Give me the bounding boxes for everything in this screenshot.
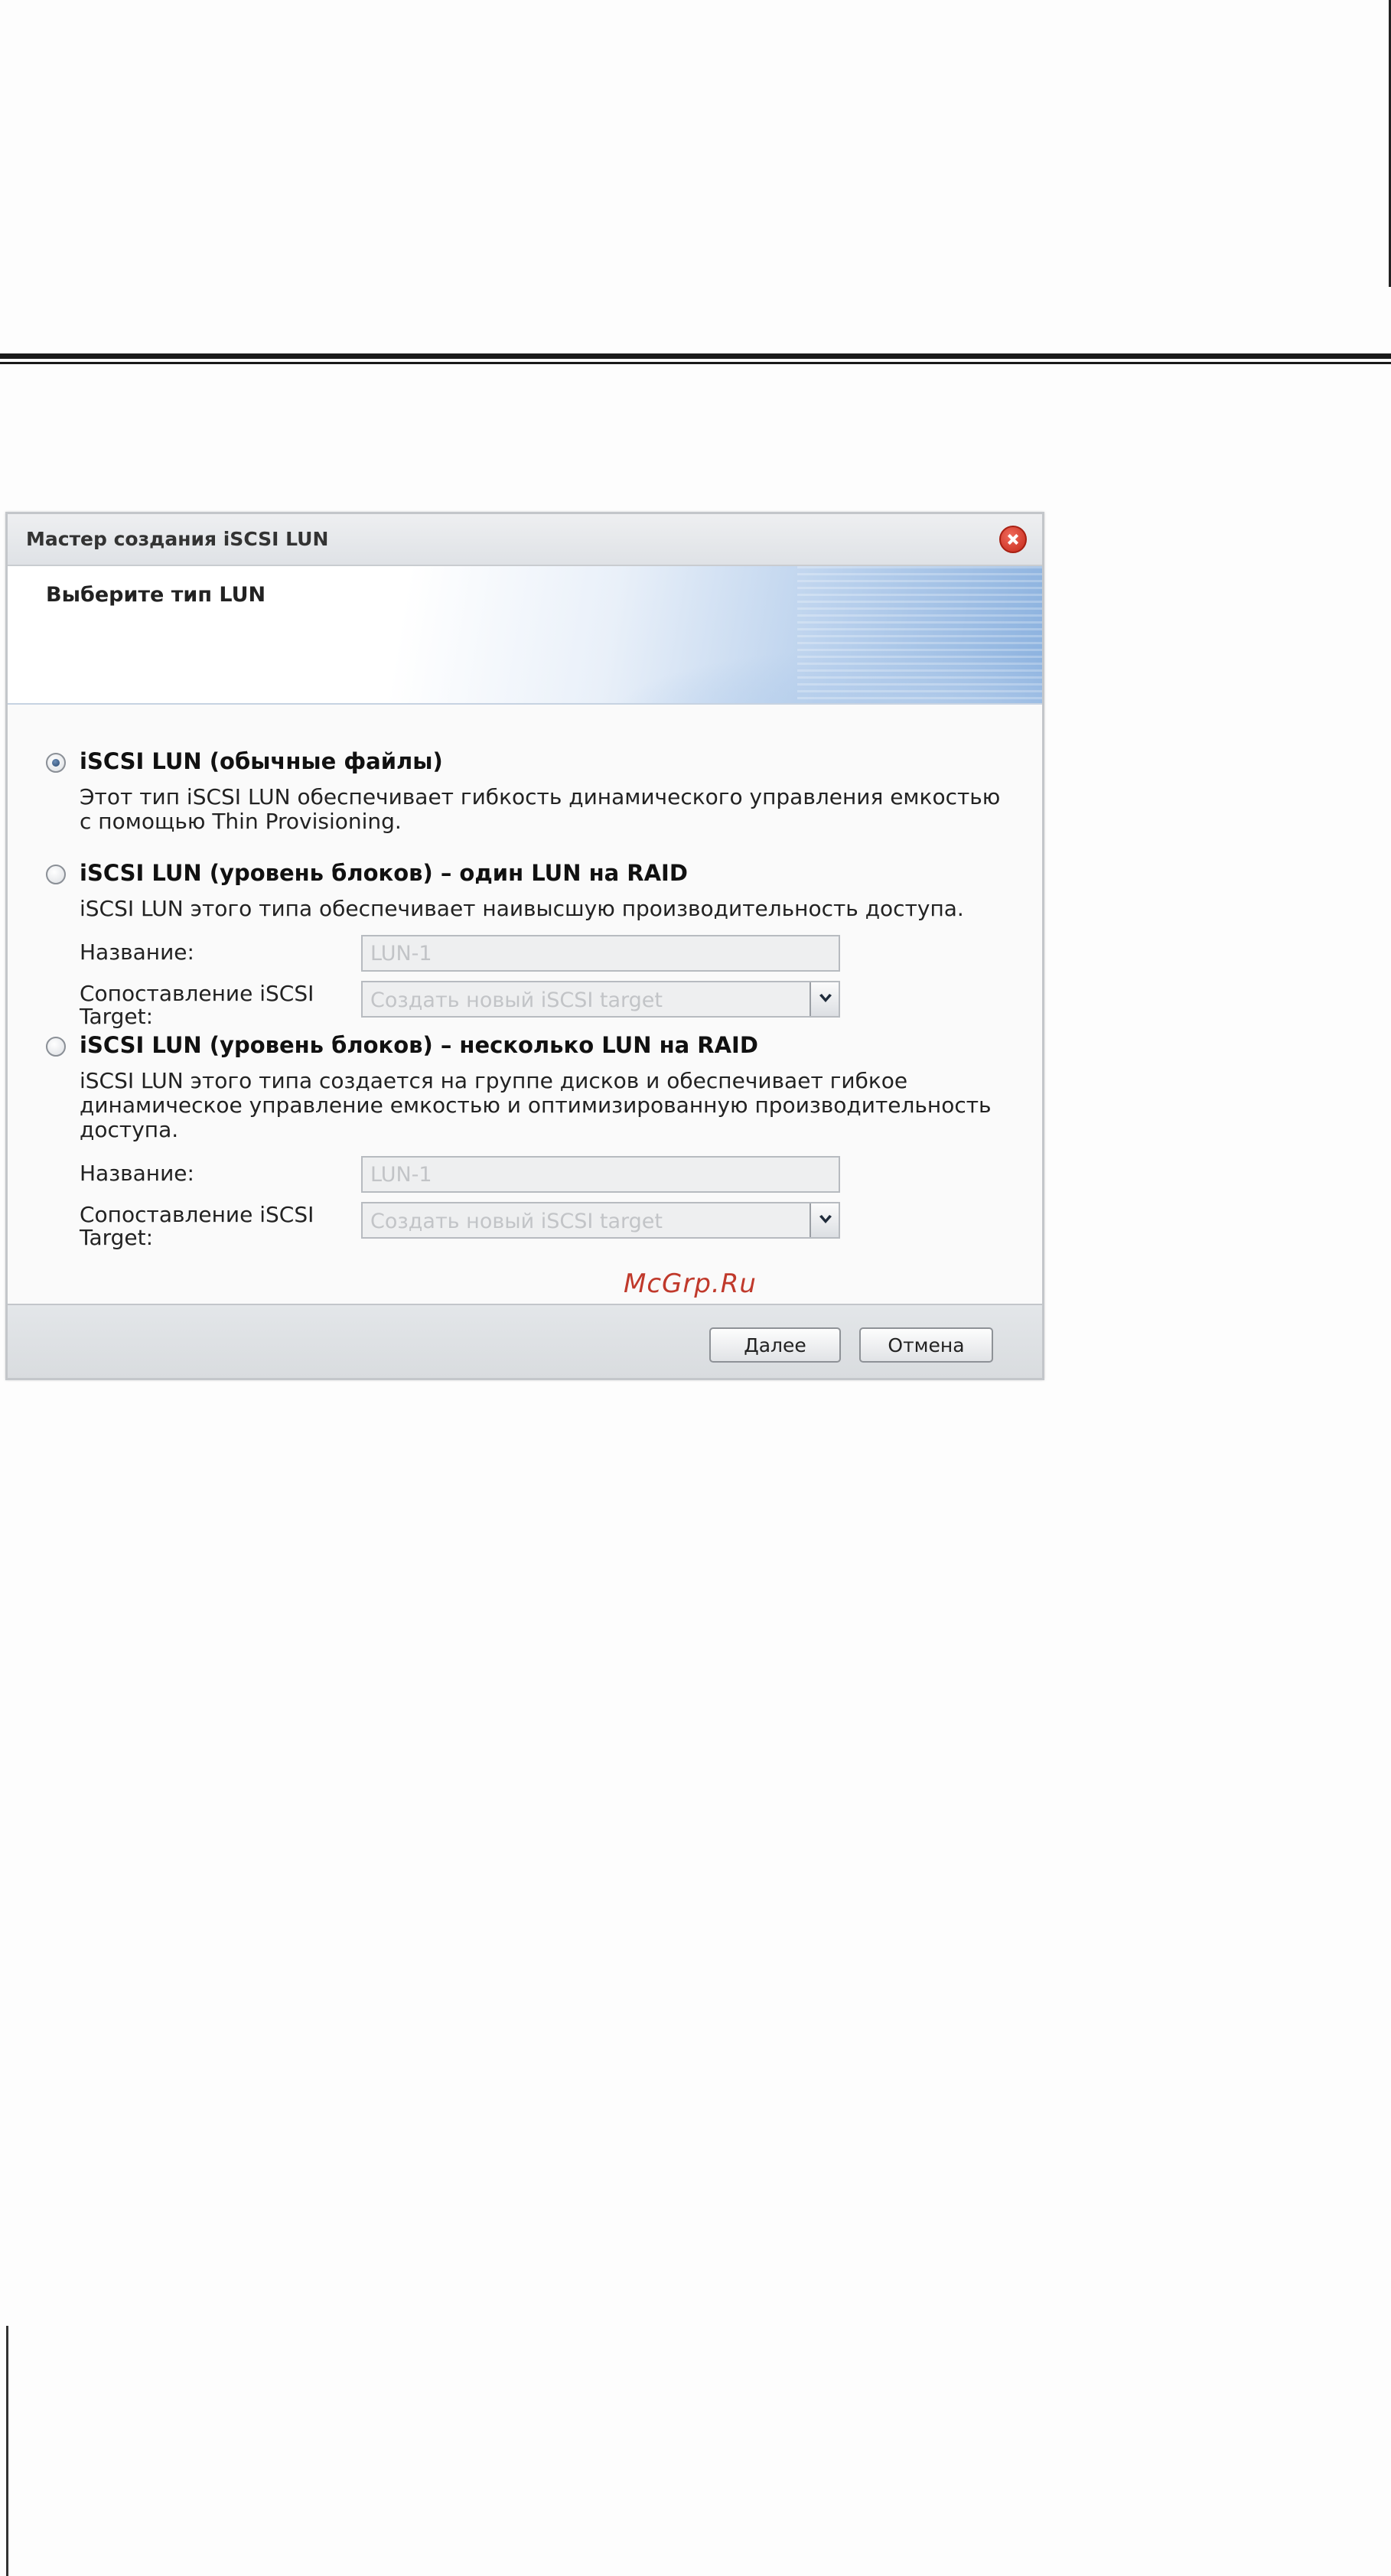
target-mapping-label: Target: xyxy=(80,1004,154,1029)
option-description-line: iSCSI LUN этого типа обеспечивает наивыс… xyxy=(80,896,964,921)
chevron-down-icon[interactable] xyxy=(810,982,839,1016)
watermark-text: McGrp.Ru xyxy=(624,1268,757,1299)
option-description-line: Этот тип iSCSI LUN обеспечивает гибкость… xyxy=(80,784,1001,809)
name-label: Название: xyxy=(80,940,194,965)
iscsi-target-select[interactable]: Создать новый iSCSI target xyxy=(361,1202,840,1239)
option-title-block-multiple-lun: iSCSI LUN (уровень блоков) – несколько L… xyxy=(80,1032,758,1058)
radio-block-multiple-lun[interactable] xyxy=(46,1037,66,1057)
separator-rule-thin xyxy=(0,362,1391,364)
option-description-line: динамическое управление емкостью и оптим… xyxy=(80,1093,992,1118)
close-icon[interactable] xyxy=(999,526,1027,553)
lun-name-input[interactable] xyxy=(361,935,840,972)
lun-name-input[interactable] xyxy=(361,1156,840,1193)
page-margin-line xyxy=(6,2326,8,2576)
option-description-line: с помощью Thin Provisioning. xyxy=(80,809,402,834)
radio-block-single-lun[interactable] xyxy=(46,865,66,884)
next-button[interactable]: Далее xyxy=(709,1327,841,1363)
page: Мастер создания iSCSI LUN Выберите тип L… xyxy=(0,0,1391,2576)
chevron-down-icon[interactable] xyxy=(810,1203,839,1237)
dialog-title: Мастер создания iSCSI LUN xyxy=(26,528,329,550)
wizard-header-banner: Выберите тип LUN xyxy=(8,566,1042,705)
select-value: Создать новый iSCSI target xyxy=(370,1210,663,1233)
iscsi-lun-wizard-dialog: Мастер создания iSCSI LUN Выберите тип L… xyxy=(5,512,1044,1380)
radio-regular-files[interactable] xyxy=(46,753,66,773)
option-description-line: iSCSI LUN этого типа создается на группе… xyxy=(80,1068,908,1093)
name-label: Название: xyxy=(80,1161,194,1186)
wizard-content: iSCSI LUN (обычные файлы) Этот тип iSCSI … xyxy=(8,705,1042,1304)
target-mapping-label: Сопоставление iSCSI xyxy=(80,981,314,1006)
banner-decoration xyxy=(797,566,1042,703)
wizard-step-title: Выберите тип LUN xyxy=(46,583,266,607)
target-mapping-label: Target: xyxy=(80,1225,154,1250)
option-title-regular-files: iSCSI LUN (обычные файлы) xyxy=(80,748,443,774)
iscsi-target-select[interactable]: Создать новый iSCSI target xyxy=(361,981,840,1018)
separator-rule xyxy=(0,353,1391,359)
target-mapping-label: Сопоставление iSCSI xyxy=(80,1202,314,1227)
dialog-titlebar: Мастер создания iSCSI LUN xyxy=(8,514,1042,566)
option-description-line: доступа. xyxy=(80,1117,179,1142)
dialog-footer: Далее Отмена xyxy=(8,1304,1042,1378)
option-title-block-single-lun: iSCSI LUN (уровень блоков) – один LUN на… xyxy=(80,860,688,886)
cancel-button[interactable]: Отмена xyxy=(859,1327,993,1363)
select-value: Создать новый iSCSI target xyxy=(370,988,663,1012)
